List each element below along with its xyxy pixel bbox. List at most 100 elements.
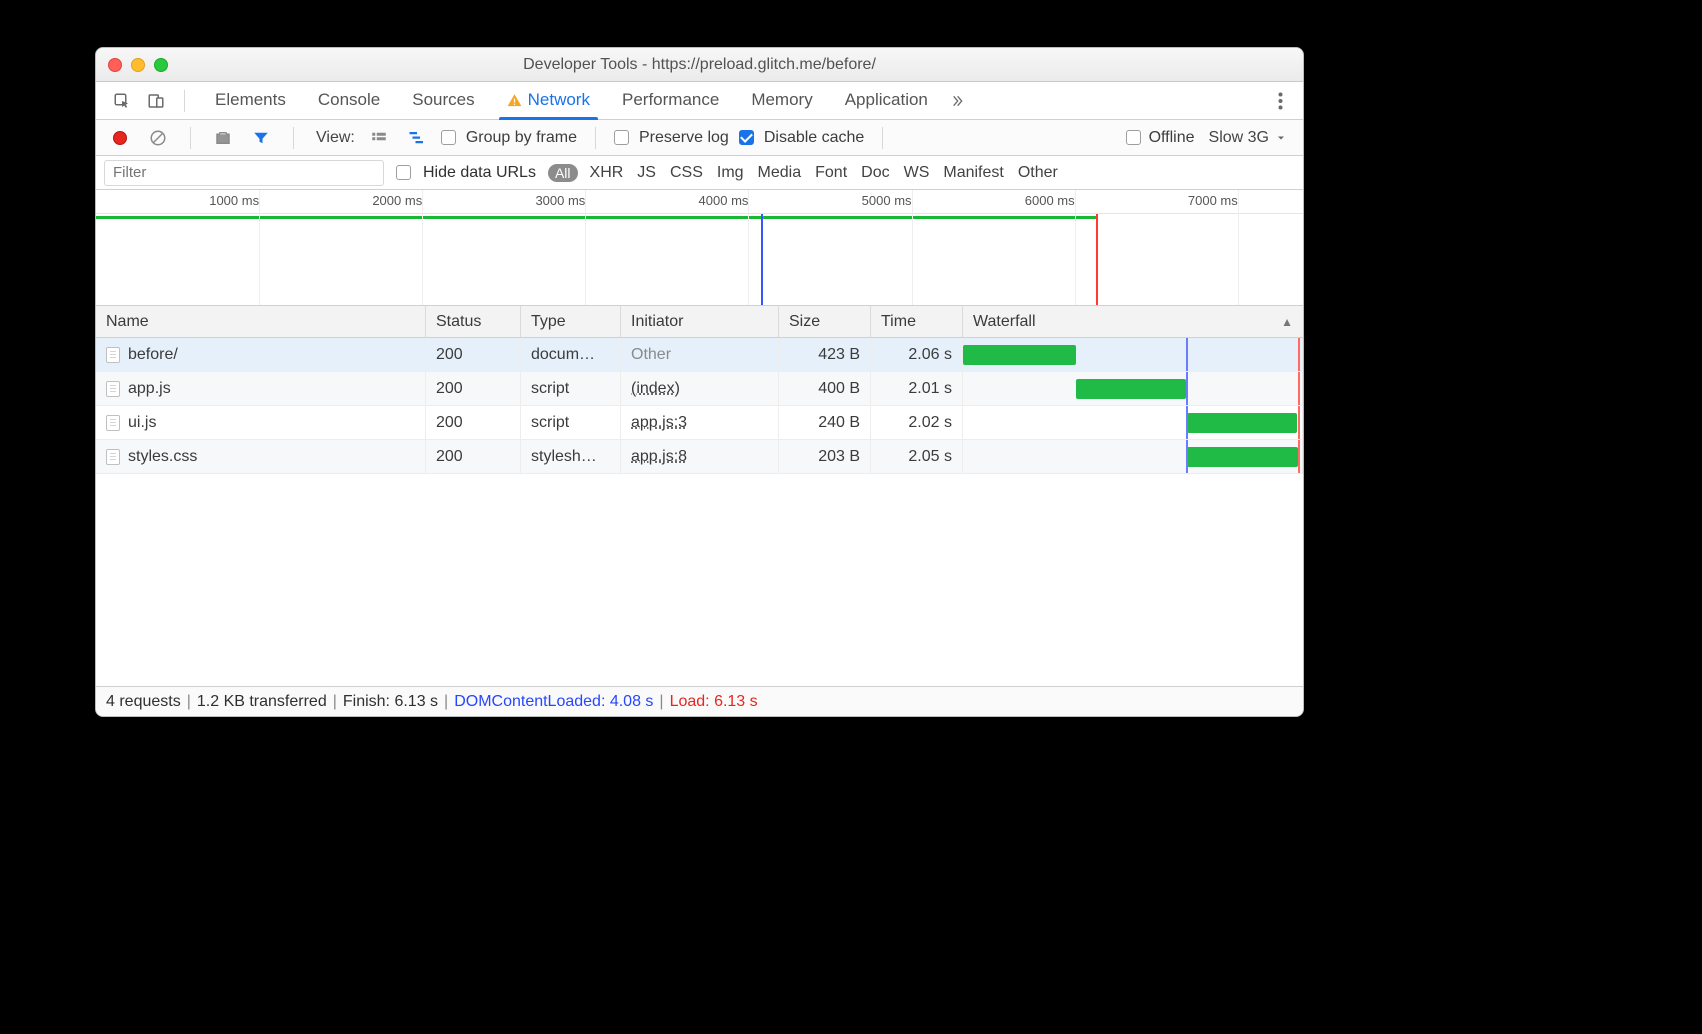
request-status[interactable]: 200 [426, 372, 521, 406]
sort-indicator-icon: ▲ [1281, 315, 1293, 329]
request-time[interactable]: 2.01 s [871, 372, 963, 406]
tab-network[interactable]: Network [491, 81, 606, 119]
filter-type-img[interactable]: Img [717, 164, 744, 182]
overview-timeline[interactable]: 1000 ms2000 ms3000 ms4000 ms5000 ms6000 … [96, 190, 1303, 306]
request-initiator[interactable]: (index) [621, 372, 779, 406]
request-initiator[interactable]: Other [621, 338, 779, 372]
devtools-window: Developer Tools - https://preload.glitch… [95, 47, 1304, 717]
column-header-status[interactable]: Status [426, 306, 521, 338]
request-size[interactable]: 423 B [779, 338, 871, 372]
tab-elements[interactable]: Elements [199, 81, 302, 119]
request-name[interactable]: ui.js [96, 406, 426, 440]
column-header-initiator[interactable]: Initiator [621, 306, 779, 338]
filter-type-media[interactable]: Media [758, 164, 802, 182]
waterfall-bar [1187, 413, 1297, 433]
request-size[interactable]: 400 B [779, 372, 871, 406]
zoom-window-button[interactable] [154, 58, 168, 72]
timeline-tick: 4000 ms [699, 193, 749, 208]
filter-type-doc[interactable]: Doc [861, 164, 889, 182]
requests-table: NameStatusTypeInitiatorSizeTimeWaterfall… [96, 306, 1303, 474]
list-view-icon[interactable] [365, 124, 393, 152]
tab-memory[interactable]: Memory [735, 81, 828, 119]
filter-type-js[interactable]: JS [637, 164, 656, 182]
status-transferred: 1.2 KB transferred [197, 693, 327, 711]
request-type[interactable]: stylesh… [521, 440, 621, 474]
settings-menu-icon[interactable] [1264, 82, 1297, 119]
filter-type-css[interactable]: CSS [670, 164, 703, 182]
waterfall-load-marker [1298, 372, 1300, 405]
more-tabs-icon[interactable] [944, 82, 970, 119]
separator [882, 127, 883, 149]
column-header-waterfall[interactable]: Waterfall▲ [963, 306, 1303, 338]
request-size[interactable]: 203 B [779, 440, 871, 474]
minimize-window-button[interactable] [131, 58, 145, 72]
request-time[interactable]: 2.05 s [871, 440, 963, 474]
preserve-log-checkbox[interactable] [614, 130, 629, 145]
tab-sources[interactable]: Sources [396, 81, 490, 119]
throttling-dropdown[interactable]: Slow 3G [1203, 129, 1293, 147]
timeline-tick: 7000 ms [1188, 193, 1238, 208]
filter-type-font[interactable]: Font [815, 164, 847, 182]
overview-load-marker [1096, 214, 1098, 305]
window-title: Developer Tools - https://preload.glitch… [96, 56, 1303, 74]
record-button[interactable] [106, 124, 134, 152]
disable-cache-checkbox[interactable] [739, 130, 754, 145]
group-by-frame-checkbox[interactable] [441, 130, 456, 145]
request-name[interactable]: styles.css [96, 440, 426, 474]
column-header-size[interactable]: Size [779, 306, 871, 338]
filter-type-xhr[interactable]: XHR [590, 164, 624, 182]
waterfall-bar [1076, 379, 1186, 399]
request-status[interactable]: 200 [426, 338, 521, 372]
status-requests: 4 requests [106, 693, 181, 711]
inspect-element-icon[interactable] [108, 87, 136, 115]
request-waterfall[interactable] [963, 406, 1303, 440]
timeline-tick: 1000 ms [209, 193, 259, 208]
throttling-value: Slow 3G [1209, 129, 1269, 147]
capture-screenshots-icon[interactable] [209, 124, 237, 152]
close-window-button[interactable] [108, 58, 122, 72]
filter-toggle-icon[interactable] [247, 124, 275, 152]
request-size[interactable]: 240 B [779, 406, 871, 440]
titlebar: Developer Tools - https://preload.glitch… [96, 48, 1303, 82]
request-initiator[interactable]: app.js:8 [621, 440, 779, 474]
waterfall-bar [963, 345, 1076, 365]
request-waterfall[interactable] [963, 440, 1303, 474]
disable-cache-label: Disable cache [764, 129, 865, 147]
device-toolbar-icon[interactable] [142, 87, 170, 115]
filter-type-all[interactable]: All [548, 164, 578, 182]
tab-console[interactable]: Console [302, 81, 396, 119]
column-header-type[interactable]: Type [521, 306, 621, 338]
file-icon [106, 381, 120, 397]
request-name[interactable]: app.js [96, 372, 426, 406]
offline-checkbox[interactable] [1126, 130, 1141, 145]
column-header-name[interactable]: Name [96, 306, 426, 338]
status-bar: 4 requests | 1.2 KB transferred | Finish… [96, 686, 1303, 716]
request-initiator[interactable]: app.js:3 [621, 406, 779, 440]
filter-input[interactable] [104, 160, 384, 186]
separator [293, 127, 294, 149]
filter-type-ws[interactable]: WS [904, 164, 930, 182]
request-time[interactable]: 2.06 s [871, 338, 963, 372]
request-type[interactable]: docum… [521, 338, 621, 372]
waterfall-view-icon[interactable] [403, 124, 431, 152]
request-waterfall[interactable] [963, 372, 1303, 406]
group-by-frame-label: Group by frame [466, 129, 577, 147]
separator [184, 90, 185, 112]
filter-type-manifest[interactable]: Manifest [943, 164, 1003, 182]
column-header-time[interactable]: Time [871, 306, 963, 338]
hide-data-urls-checkbox[interactable] [396, 165, 411, 180]
request-waterfall[interactable] [963, 338, 1303, 372]
request-status[interactable]: 200 [426, 406, 521, 440]
request-status[interactable]: 200 [426, 440, 521, 474]
filter-type-other[interactable]: Other [1018, 164, 1058, 182]
waterfall-load-marker [1298, 406, 1300, 439]
request-name[interactable]: before/ [96, 338, 426, 372]
tab-application[interactable]: Application [829, 81, 944, 119]
request-type[interactable]: script [521, 372, 621, 406]
waterfall-dcl-marker [1186, 406, 1188, 439]
tab-performance[interactable]: Performance [606, 81, 735, 119]
clear-button[interactable] [144, 124, 172, 152]
status-domcontentloaded: DOMContentLoaded: 4.08 s [454, 693, 653, 711]
request-time[interactable]: 2.02 s [871, 406, 963, 440]
request-type[interactable]: script [521, 406, 621, 440]
